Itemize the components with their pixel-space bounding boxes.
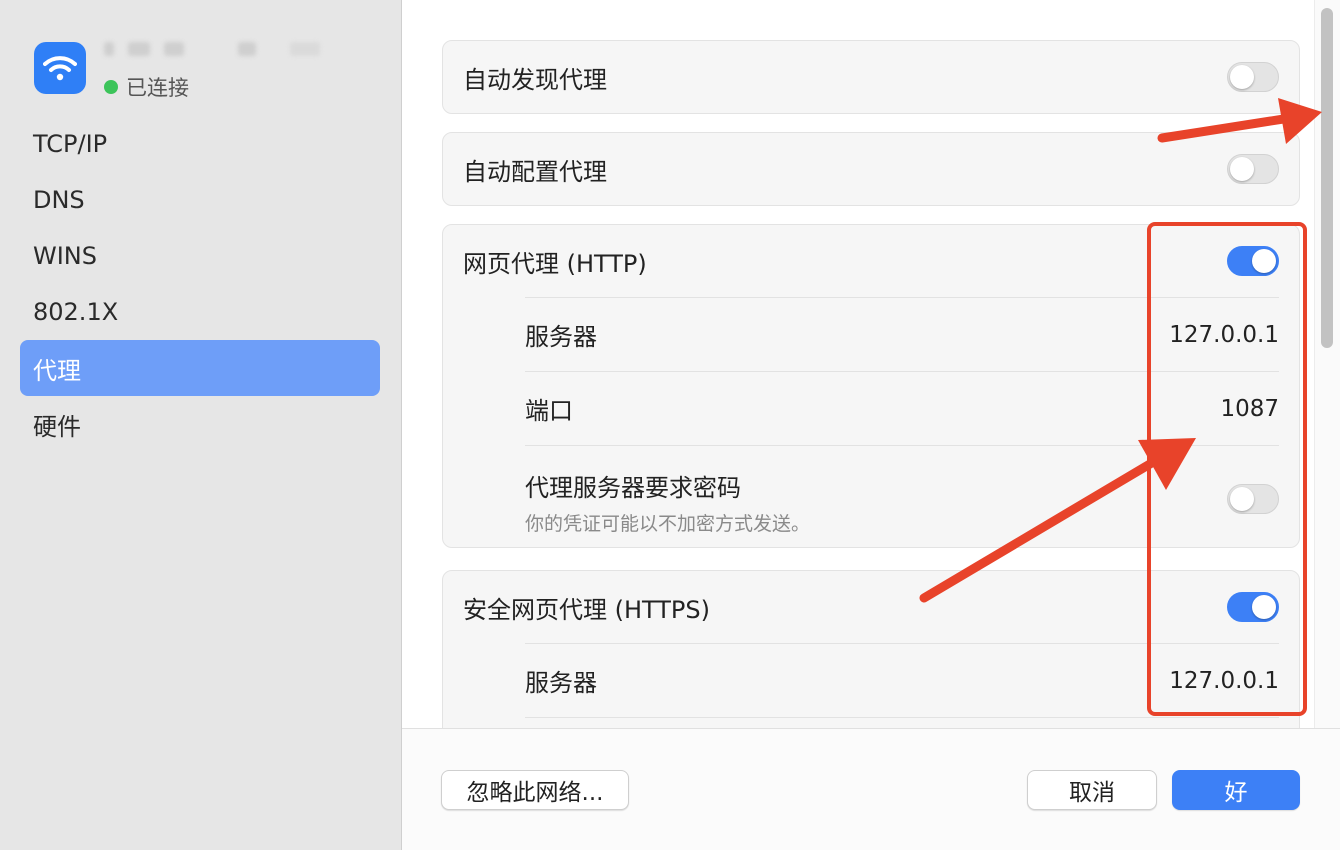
sidebar-item-tcpip[interactable]: TCP/IP — [20, 116, 380, 172]
auto-config-row: 自动配置代理 — [443, 133, 1299, 205]
http-proxy-label: 网页代理 (HTTP) — [463, 249, 647, 278]
sidebar-item-8021x[interactable]: 802.1X — [20, 284, 380, 340]
http-server-row: 服务器 127.0.0.1 — [525, 297, 1279, 371]
https-proxy-toggle[interactable] — [1227, 592, 1279, 622]
dialog-footer: 忽略此网络... 取消 好 — [402, 728, 1340, 850]
toggle-knob — [1230, 487, 1254, 511]
scrollbar[interactable] — [1314, 0, 1340, 728]
auto-discovery-label: 自动发现代理 — [463, 65, 607, 94]
wifi-icon — [34, 42, 86, 94]
sidebar-item-hardware[interactable]: 硬件 — [20, 396, 380, 452]
toggle-knob — [1230, 65, 1254, 89]
https-server-row: 服务器 127.0.0.1 — [525, 643, 1279, 717]
http-proxy-toggle[interactable] — [1227, 246, 1279, 276]
forget-network-button[interactable]: 忽略此网络... — [441, 770, 629, 810]
sidebar-item-dns[interactable]: DNS — [20, 172, 380, 228]
https-proxy-card: 安全网页代理 (HTTPS) 服务器 127.0.0.1 — [442, 570, 1300, 728]
http-password-toggle[interactable] — [1227, 484, 1279, 514]
http-server-input[interactable]: 127.0.0.1 — [1169, 322, 1279, 348]
http-password-note: 你的凭证可能以不加密方式发送。 — [525, 513, 811, 535]
auto-discovery-card: 自动发现代理 — [442, 40, 1300, 114]
cancel-button[interactable]: 取消 — [1027, 770, 1157, 810]
http-port-label: 端口 — [525, 397, 573, 425]
https-proxy-row: 安全网页代理 (HTTPS) — [443, 571, 1299, 643]
toggle-knob — [1252, 249, 1276, 273]
toggle-knob — [1230, 157, 1254, 181]
http-password-label: 代理服务器要求密码 — [525, 474, 741, 502]
scrollbar-thumb[interactable] — [1321, 8, 1333, 348]
http-server-label: 服务器 — [525, 323, 597, 351]
sidebar-nav: TCP/IP DNS WINS 802.1X 代理 硬件 — [20, 116, 380, 452]
https-next-row — [525, 717, 1279, 728]
sidebar-item-proxy[interactable]: 代理 — [20, 340, 380, 396]
http-port-row: 端口 1087 — [525, 371, 1279, 445]
proxy-settings-content: 自动发现代理 自动配置代理 网页代理 (HTTP) 服务器 127.0.0.1 … — [402, 0, 1340, 728]
http-proxy-row: 网页代理 (HTTP) — [443, 225, 1299, 297]
https-server-input[interactable]: 127.0.0.1 — [1169, 668, 1279, 694]
connection-status: 已连接 — [104, 72, 189, 102]
proxy-settings-panel: 自动发现代理 自动配置代理 网页代理 (HTTP) 服务器 127.0.0.1 … — [402, 0, 1340, 850]
network-header: 已连接 — [34, 40, 374, 100]
auto-config-card: 自动配置代理 — [442, 132, 1300, 206]
status-text: 已连接 — [126, 76, 189, 100]
https-server-label: 服务器 — [525, 669, 597, 697]
auto-discovery-toggle[interactable] — [1227, 62, 1279, 92]
http-proxy-card: 网页代理 (HTTP) 服务器 127.0.0.1 端口 1087 代理服务器要… — [442, 224, 1300, 548]
https-proxy-label: 安全网页代理 (HTTPS) — [463, 595, 711, 624]
auto-config-label: 自动配置代理 — [463, 157, 607, 186]
http-port-input[interactable]: 1087 — [1220, 396, 1279, 422]
sidebar: 已连接 TCP/IP DNS WINS 802.1X 代理 硬件 — [0, 0, 402, 850]
http-password-row: 代理服务器要求密码 你的凭证可能以不加密方式发送。 — [525, 445, 1279, 547]
auto-discovery-row: 自动发现代理 — [443, 41, 1299, 113]
network-name-redacted — [104, 40, 320, 58]
ok-button[interactable]: 好 — [1172, 770, 1300, 810]
sidebar-item-wins[interactable]: WINS — [20, 228, 380, 284]
toggle-knob — [1252, 595, 1276, 619]
auto-config-toggle[interactable] — [1227, 154, 1279, 184]
connected-dot-icon — [104, 80, 118, 94]
